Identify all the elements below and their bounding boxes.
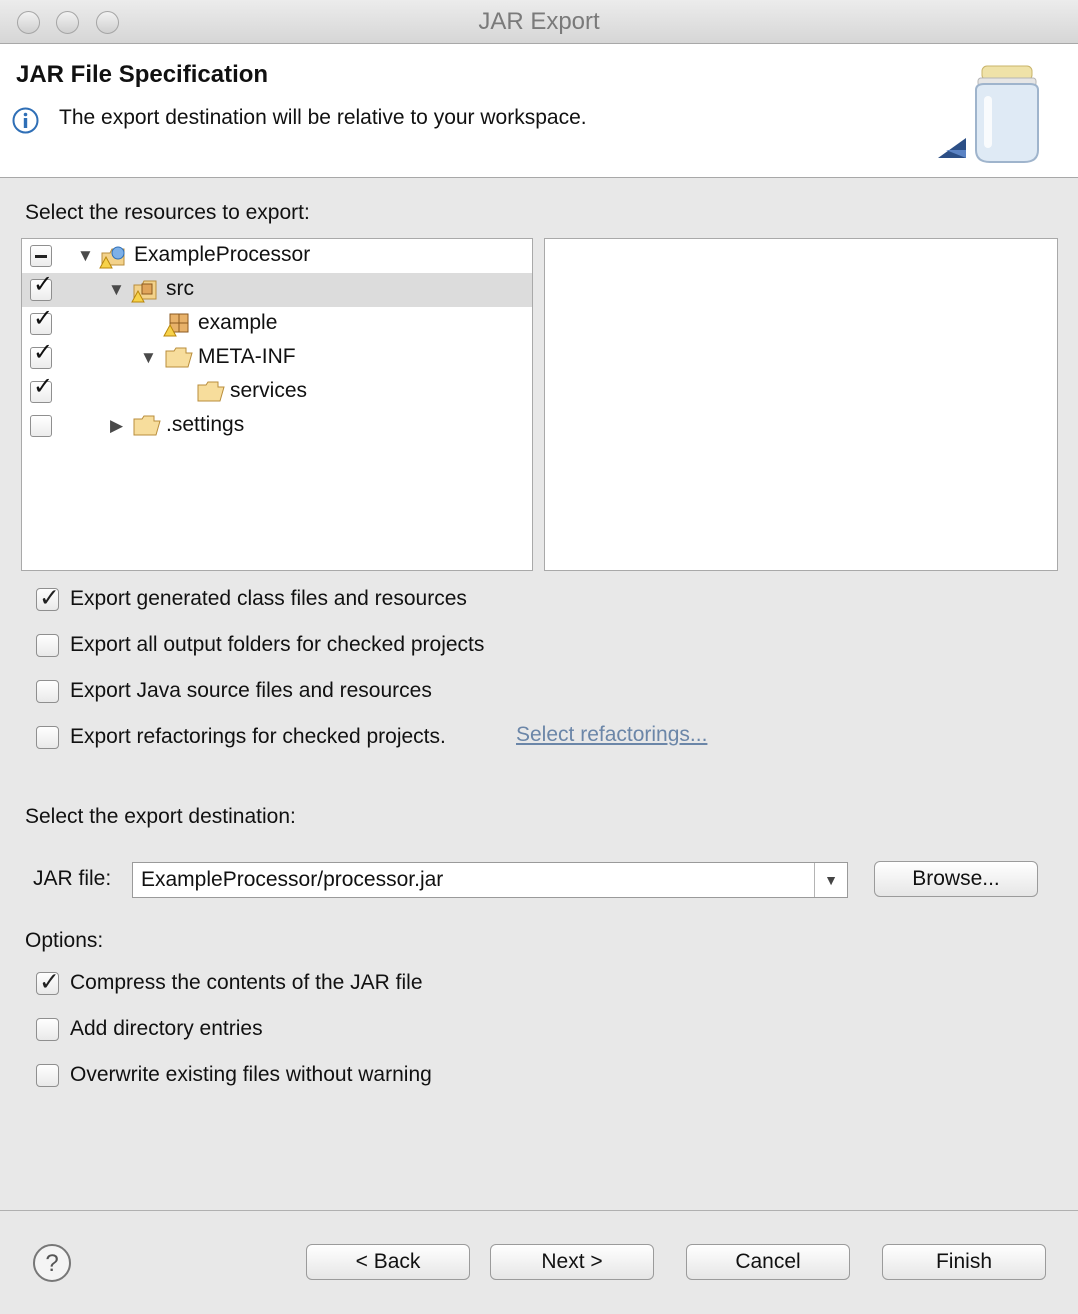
checkbox[interactable] <box>36 680 59 703</box>
collapsed-arrow-icon[interactable]: ▶ <box>110 416 123 436</box>
tree-label: src <box>166 277 194 300</box>
tree-checkbox[interactable]: ✓ <box>30 307 53 335</box>
select-refactorings-link[interactable]: Select refactorings... <box>516 723 707 747</box>
checkbox[interactable] <box>36 726 59 749</box>
jar-icon <box>938 65 1039 163</box>
tree-item-exampleprocessor[interactable]: ▼ ExampleProcessor <box>22 239 532 273</box>
folder-icon <box>133 415 161 436</box>
options-label: Options: <box>25 929 104 952</box>
chevron-down-icon[interactable]: ▼ <box>814 863 847 897</box>
back-button[interactable]: < Back <box>306 1244 470 1280</box>
tree-item-settings[interactable]: ▶ .settings <box>22 409 532 443</box>
source-folder-icon <box>131 280 157 303</box>
option-label: Overwrite existing files without warning <box>70 1063 432 1086</box>
wizard-header: JAR File Specification The export destin… <box>0 44 1078 178</box>
option-label: Export all output folders for checked pr… <box>70 633 485 656</box>
tree-item-example[interactable]: ✓ example <box>22 307 532 341</box>
checkbox[interactable]: ✓ <box>36 968 60 996</box>
checkbox[interactable]: ✓ <box>36 584 60 612</box>
option-label: Add directory entries <box>70 1017 263 1040</box>
checkbox[interactable] <box>36 1064 59 1087</box>
tree-checkbox[interactable]: ✓ <box>30 341 53 369</box>
tree-checkbox[interactable] <box>30 245 52 267</box>
folder-icon <box>197 381 225 402</box>
tree-checkbox[interactable]: ✓ <box>30 273 53 301</box>
expand-arrow-icon[interactable]: ▼ <box>108 280 125 300</box>
package-icon <box>163 313 189 337</box>
destination-label: Select the export destination: <box>25 805 296 828</box>
tree-checkbox[interactable] <box>30 415 52 437</box>
cancel-button[interactable]: Cancel <box>686 1244 850 1280</box>
jar-file-label: JAR file: <box>33 867 112 890</box>
option-label: Export generated class files and resourc… <box>70 587 467 610</box>
jar-file-combo[interactable]: ExampleProcessor/processor.jar ▼ <box>132 862 848 898</box>
folder-icon <box>165 347 193 368</box>
expand-arrow-icon[interactable]: ▼ <box>140 348 157 368</box>
checkbox[interactable] <box>36 1018 59 1041</box>
help-icon[interactable]: ? <box>32 1243 72 1283</box>
footer-divider <box>0 1210 1078 1211</box>
finish-button[interactable]: Finish <box>882 1244 1046 1280</box>
option-label: Export Java source files and resources <box>70 679 432 702</box>
window-title: JAR Export <box>478 8 600 35</box>
tree-item-meta-inf[interactable]: ✓ ▼ META-INF <box>22 341 532 375</box>
tree-label: services <box>230 379 308 402</box>
java-project-icon <box>99 246 125 269</box>
option-label: Export refactorings for checked projects… <box>70 725 446 748</box>
browse-button[interactable]: Browse... <box>874 861 1038 897</box>
jar-file-input[interactable]: ExampleProcessor/processor.jar <box>141 868 443 892</box>
tree-item-services[interactable]: ✓ services <box>22 375 532 409</box>
svg-text:?: ? <box>45 1250 58 1277</box>
tree-label: example <box>198 311 278 334</box>
tree-checkbox[interactable]: ✓ <box>30 375 53 403</box>
resource-file-list[interactable] <box>544 238 1058 571</box>
page-title: JAR File Specification <box>16 61 269 88</box>
header-message: The export destination will be relative … <box>59 106 587 129</box>
option-label: Compress the contents of the JAR file <box>70 971 423 994</box>
tree-label: META-INF <box>198 345 296 368</box>
tree-label: .settings <box>166 413 245 436</box>
info-icon <box>12 107 39 134</box>
title-bar: JAR Export <box>0 0 1078 44</box>
resource-tree[interactable]: ▼ ExampleProcessor ✓ ▼ src ✓ example ✓ ▼ <box>21 238 533 571</box>
tree-label: ExampleProcessor <box>134 243 311 266</box>
tree-item-src[interactable]: ✓ ▼ src <box>22 273 532 307</box>
expand-arrow-icon[interactable]: ▼ <box>77 246 94 266</box>
resources-label: Select the resources to export: <box>25 201 310 224</box>
checkbox[interactable] <box>36 634 59 657</box>
next-button[interactable]: Next > <box>490 1244 654 1280</box>
